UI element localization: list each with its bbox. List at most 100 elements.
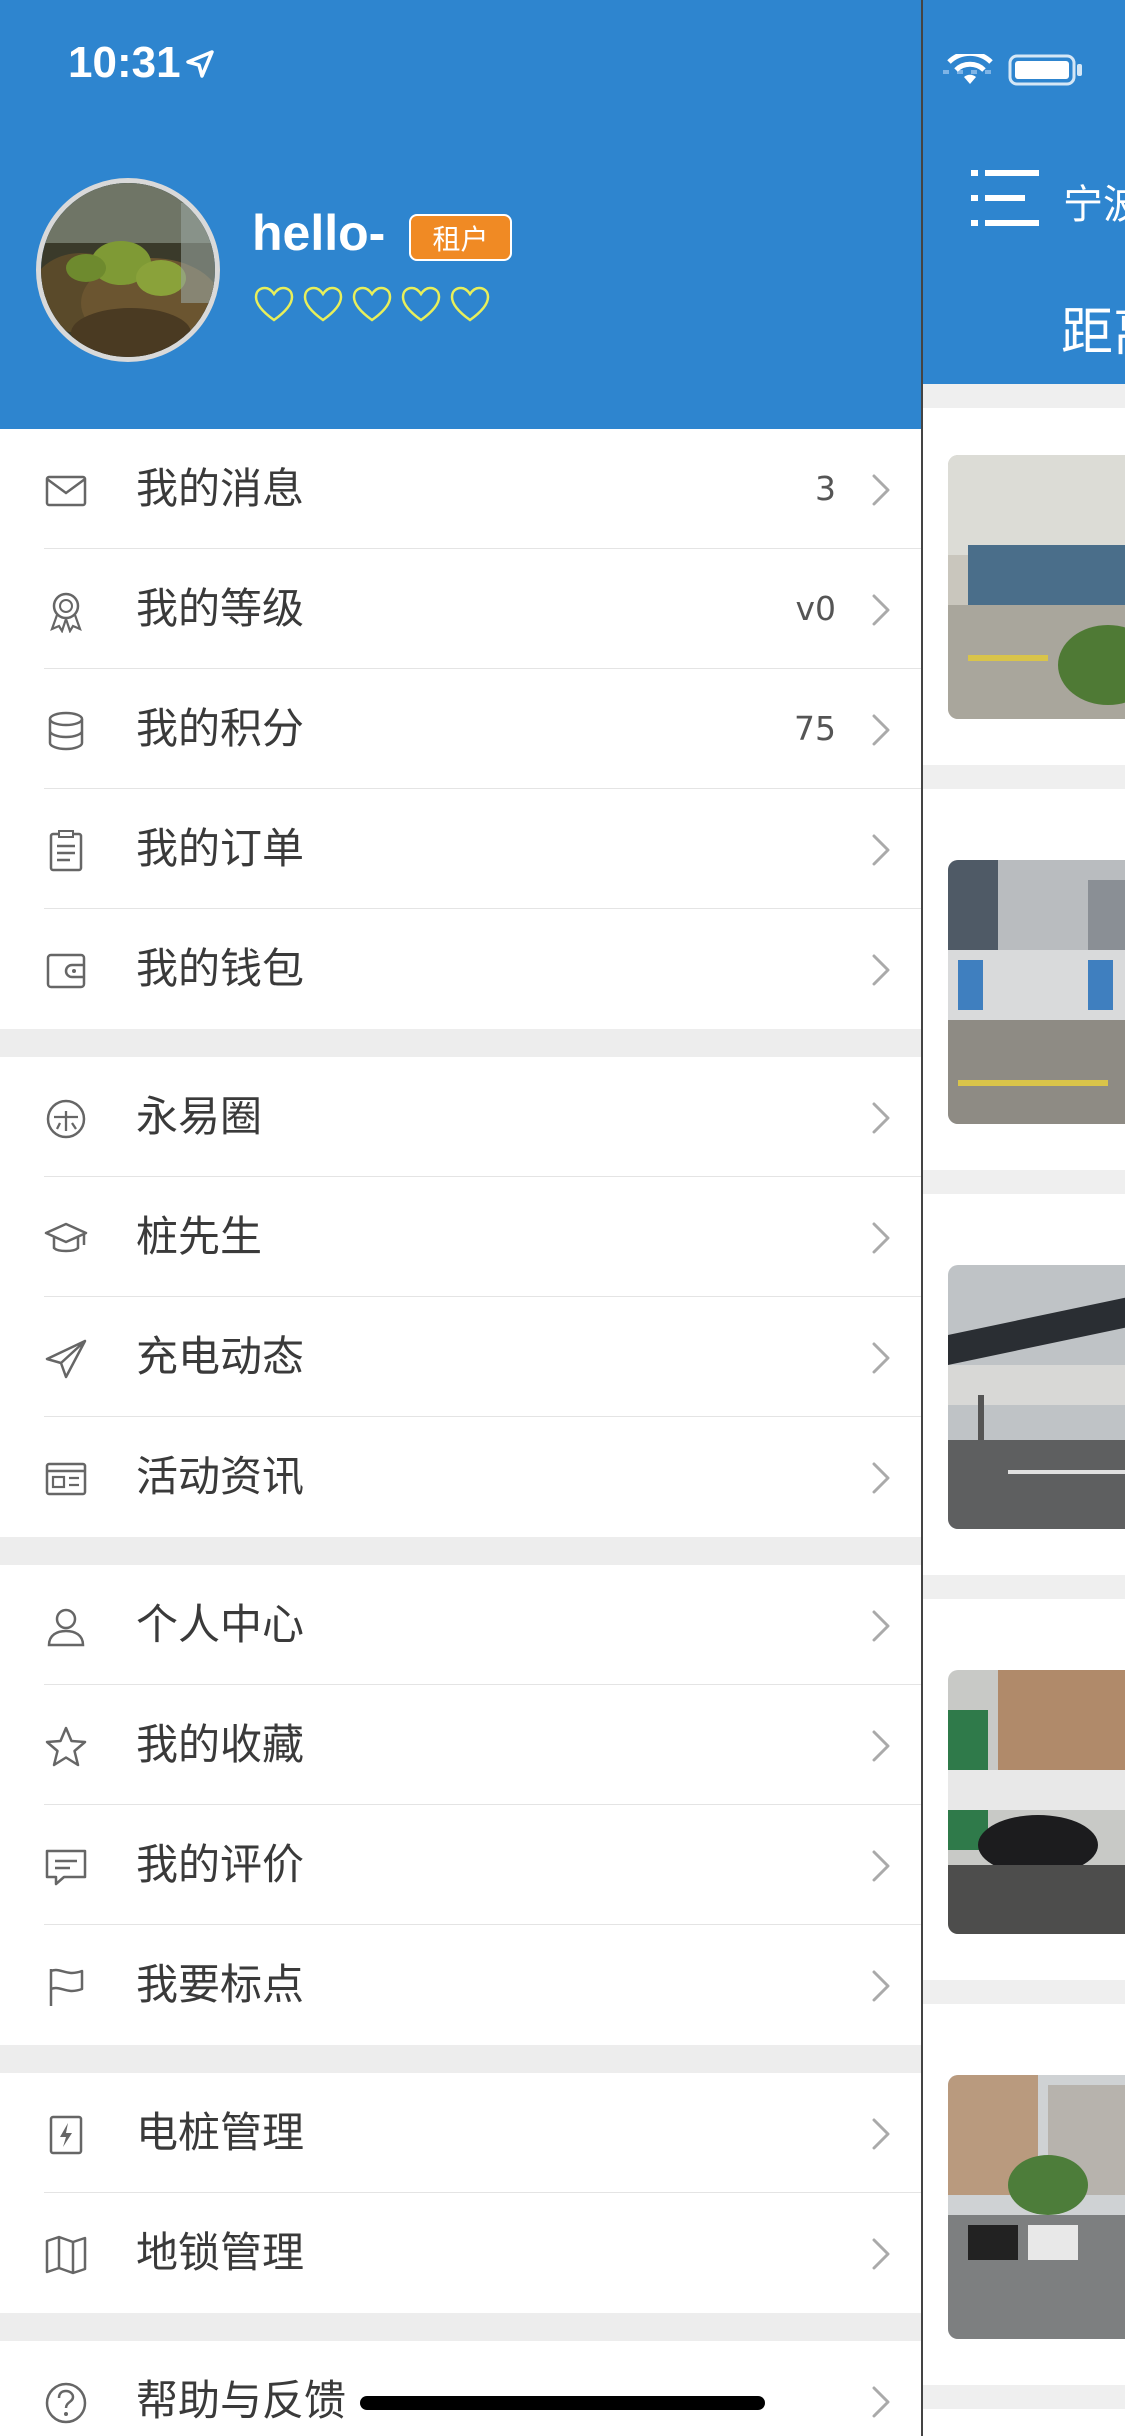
menu-item[interactable]: 我的等级 v0 [0, 549, 921, 669]
menu-item[interactable]: 我的积分 75 [0, 669, 921, 789]
paper-plane-icon [45, 1339, 87, 1379]
menu-item-label: 我要标点 [136, 1960, 305, 2009]
chevron-right-icon [872, 834, 890, 866]
side-drawer: 10:31 hello- 租户 我的消息 3 我的等级 v0 我的积分 75 我… [0, 0, 921, 2436]
menu-item[interactable]: 我的收藏 [0, 1685, 921, 1805]
charger-icon [49, 2115, 83, 2155]
menu-item-label: 桩先生 [136, 1212, 263, 1261]
menu-item-label: 地锁管理 [136, 2228, 305, 2277]
username: hello- [252, 205, 386, 261]
menu-item[interactable]: 电桩管理 [0, 2073, 921, 2193]
menu-item[interactable]: 地锁管理 [0, 2193, 921, 2313]
chevron-right-icon [872, 954, 890, 986]
list-divider [923, 765, 1125, 789]
menu-item-value: v0 [795, 589, 836, 628]
menu-item-label: 活动资讯 [136, 1452, 305, 1501]
menu-item[interactable]: 帮助与反馈 [0, 2341, 921, 2436]
heart-icon [254, 286, 294, 322]
menu-item-label: 我的评价 [136, 1840, 305, 1889]
chevron-right-icon [872, 1970, 890, 2002]
wifi-icon [947, 54, 993, 84]
drawer-header: 10:31 hello- 租户 [0, 0, 921, 429]
chevron-right-icon [872, 2386, 890, 2418]
avatar[interactable] [36, 178, 220, 362]
menu-item[interactable]: 个人中心 [0, 1565, 921, 1685]
menu-item-label: 我的收藏 [136, 1720, 305, 1769]
list-divider [923, 384, 1125, 408]
station-photo[interactable] [948, 860, 1125, 1124]
main-panel: 宁波 距离 [921, 0, 1125, 2436]
menu-item-label: 帮助与反馈 [136, 2376, 347, 2425]
menu-item-label: 永易圈 [136, 1092, 263, 1141]
station-photo[interactable] [948, 1670, 1125, 1934]
battery-icon [1008, 54, 1082, 86]
station-photo[interactable] [948, 1265, 1125, 1529]
person-icon [47, 1608, 85, 1647]
menu-item[interactable]: 我的消息 3 [0, 429, 921, 549]
drawer-menu: 我的消息 3 我的等级 v0 我的积分 75 我的订单我的钱包永易圈桩先生充电动态活动资讯个… [0, 429, 921, 2436]
chevron-right-icon [872, 594, 890, 626]
menu-item-label: 电桩管理 [136, 2108, 305, 2157]
chevron-right-icon [872, 1342, 890, 1374]
menu-item[interactable]: 活动资讯 [0, 1417, 921, 1537]
menu-item-label: 我的钱包 [136, 944, 305, 993]
help-icon [45, 2382, 87, 2424]
menu-item[interactable]: 我的钱包 [0, 909, 921, 1029]
group-separator [0, 1537, 921, 1565]
list-divider [923, 1980, 1125, 2004]
menu-item[interactable]: 我的评价 [0, 1805, 921, 1925]
station-photo[interactable] [948, 2075, 1125, 2339]
menu-item-label: 个人中心 [136, 1600, 305, 1649]
list-divider [923, 2385, 1125, 2409]
medal-icon [50, 592, 82, 633]
chevron-right-icon [872, 1102, 890, 1134]
heart-icon [401, 286, 441, 322]
chevron-right-icon [872, 1850, 890, 1882]
chevron-right-icon [872, 1610, 890, 1642]
chevron-right-icon [872, 2118, 890, 2150]
home-indicator [360, 2396, 765, 2410]
menu-item-label: 我的积分 [136, 704, 305, 753]
newspaper-icon [45, 1462, 87, 1496]
location-arrow-icon [186, 50, 214, 78]
group-separator [0, 1029, 921, 1057]
menu-item[interactable]: 永易圈 [0, 1057, 921, 1177]
chevron-right-icon [872, 1730, 890, 1762]
menu-item-value: 3 [815, 469, 836, 508]
heart-icon [450, 286, 490, 322]
circle-logo-icon [46, 1099, 86, 1139]
sort-distance-tab[interactable]: 距离 [1061, 290, 1125, 365]
graduation-cap-icon [44, 1222, 88, 1253]
clipboard-icon [49, 830, 83, 872]
list-divider [923, 1575, 1125, 1599]
station-photo[interactable] [948, 455, 1125, 719]
chevron-right-icon [872, 1222, 890, 1254]
menu-item[interactable]: 充电动态 [0, 1297, 921, 1417]
comment-icon [45, 1849, 87, 1886]
group-separator [0, 2313, 921, 2341]
menu-item[interactable]: 我的订单 [0, 789, 921, 909]
chevron-right-icon [872, 1462, 890, 1494]
menu-item-label: 我的订单 [136, 824, 305, 873]
chevron-right-icon [872, 474, 890, 506]
menu-item[interactable]: 桩先生 [0, 1177, 921, 1297]
menu-item-label: 充电动态 [136, 1332, 305, 1381]
wallet-icon [46, 953, 86, 989]
coins-icon [48, 711, 84, 751]
list-divider [923, 1170, 1125, 1194]
menu-item[interactable]: 我要标点 [0, 1925, 921, 2045]
status-time: 10:31 [68, 38, 181, 87]
chevron-right-icon [872, 714, 890, 746]
group-separator [0, 2045, 921, 2073]
menu-item-label: 我的等级 [136, 584, 305, 633]
menu-item-label: 我的消息 [136, 464, 305, 513]
city-selector[interactable]: 宁波 [1063, 172, 1125, 230]
menu-item-value: 75 [794, 709, 836, 748]
map-icon [45, 2235, 87, 2275]
heart-icon [352, 286, 392, 322]
menu-list-icon[interactable] [971, 168, 1039, 228]
star-icon [45, 1726, 87, 1767]
mail-icon [45, 475, 87, 507]
flag-icon [49, 1968, 84, 2006]
rating-hearts [254, 286, 490, 324]
